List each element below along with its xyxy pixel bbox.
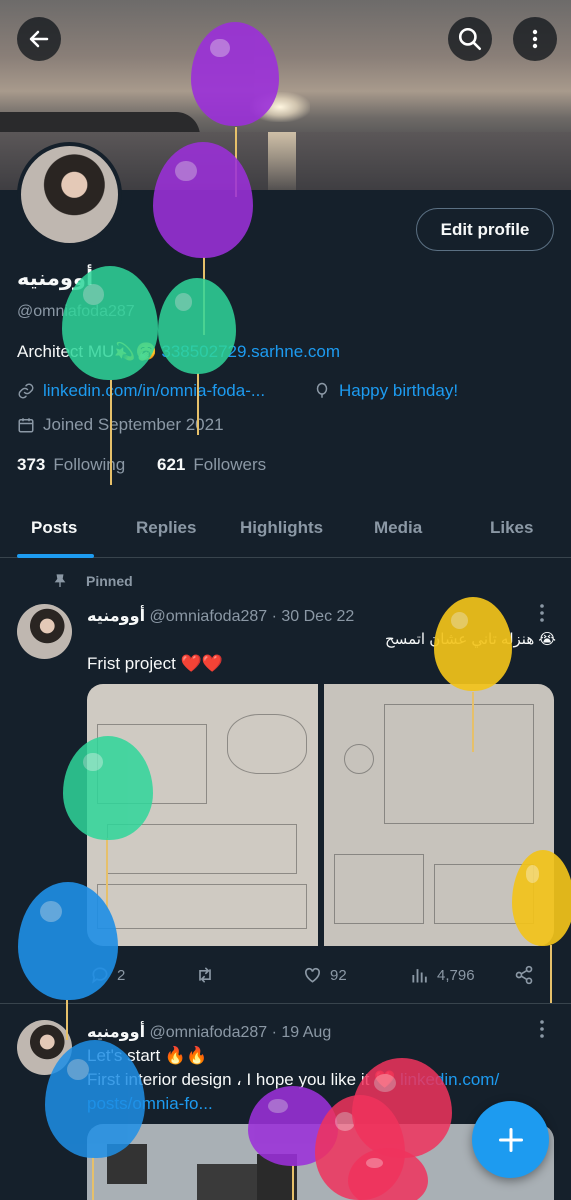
- profile-tabs: Posts Replies Highlights Media Likes: [0, 500, 571, 558]
- post-date[interactable]: · 30 Dec 22: [272, 608, 355, 625]
- view-count: 4,796: [437, 966, 475, 984]
- post-author-name[interactable]: أوومنيه: [87, 1024, 145, 1041]
- post-header: أوومنيه @omniafoda287 · 19 Aug: [87, 1022, 331, 1042]
- balloon-purple: [191, 22, 279, 126]
- calendar-icon: [18, 418, 34, 433]
- tab-media[interactable]: Media: [374, 518, 422, 538]
- birthday-text[interactable]: Happy birthday!: [339, 381, 458, 401]
- tab-highlights[interactable]: Highlights: [240, 518, 323, 538]
- balloon-blue: [18, 882, 118, 1000]
- website-link[interactable]: linkedin.com/in/omnia-foda-...: [43, 381, 265, 401]
- pinned-text: Pinned: [86, 573, 133, 589]
- repost-button[interactable]: [194, 965, 216, 985]
- followers-link[interactable]: 621 Followers: [157, 455, 266, 475]
- balloon-blue: [45, 1040, 145, 1158]
- edit-profile-button[interactable]: Edit profile: [416, 208, 554, 251]
- more-vertical-icon: [540, 1020, 544, 1038]
- post-more-button[interactable]: [535, 603, 549, 628]
- balloon-green: [62, 266, 158, 380]
- like-count: 92: [330, 966, 347, 984]
- following-link[interactable]: 373 Following: [17, 455, 125, 475]
- active-tab-indicator: [17, 554, 94, 558]
- profile-joined: Joined September 2021: [17, 415, 224, 435]
- balloon-green: [63, 736, 153, 840]
- balloon-pink: [352, 1058, 452, 1158]
- profile-avatar[interactable]: [17, 142, 122, 247]
- post-date[interactable]: · 19 Aug: [272, 1024, 332, 1041]
- tab-posts[interactable]: Posts: [31, 518, 77, 538]
- pinned-label: Pinned: [52, 573, 133, 589]
- balloon-green: [158, 278, 236, 374]
- post-avatar[interactable]: [17, 604, 72, 659]
- like-button[interactable]: 92: [302, 965, 347, 985]
- balloon-purple: [153, 142, 253, 258]
- post-text: Frist project ❤️❤️: [87, 654, 223, 673]
- views-chart-icon: [412, 969, 427, 983]
- search-icon: [458, 27, 482, 51]
- reply-count: 2: [117, 966, 126, 984]
- heart-icon: [305, 967, 320, 983]
- post-author-handle[interactable]: @omniafoda287: [150, 608, 268, 625]
- following-count: 373: [17, 455, 46, 474]
- post-author-name[interactable]: أوومنيه: [87, 608, 145, 625]
- share-button[interactable]: [514, 965, 534, 985]
- search-button[interactable]: [448, 17, 492, 61]
- profile-website[interactable]: linkedin.com/in/omnia-foda-...: [17, 381, 265, 401]
- balloon-icon: [316, 382, 328, 398]
- banner-glint: [268, 132, 296, 190]
- share-icon: [515, 965, 533, 985]
- views-button[interactable]: 4,796: [410, 965, 475, 985]
- more-vertical-icon: [532, 29, 538, 49]
- more-vertical-icon: [540, 604, 544, 622]
- tab-replies[interactable]: Replies: [136, 518, 196, 538]
- post-author-handle[interactable]: @omniafoda287: [150, 1024, 268, 1041]
- profile-birthday: Happy birthday!: [313, 381, 458, 401]
- followers-count: 621: [157, 455, 186, 474]
- tab-likes[interactable]: Likes: [490, 518, 533, 538]
- followers-label: Followers: [193, 455, 267, 474]
- arrow-left-icon: [29, 30, 49, 48]
- repost-icon: [199, 967, 211, 983]
- post-more-button[interactable]: [535, 1019, 549, 1044]
- plus-icon: [498, 1127, 523, 1152]
- compose-post-button[interactable]: [472, 1101, 549, 1178]
- more-button[interactable]: [513, 17, 557, 61]
- pin-icon: [54, 574, 66, 587]
- following-label: Following: [53, 455, 126, 474]
- balloon-yellow: [512, 850, 571, 946]
- link-icon: [18, 383, 34, 399]
- post-header: أوومنيه @omniafoda287 · 30 Dec 22: [87, 606, 354, 626]
- post-divider: [0, 1003, 571, 1004]
- balloon-yellow: [434, 597, 512, 691]
- back-button[interactable]: [17, 17, 61, 61]
